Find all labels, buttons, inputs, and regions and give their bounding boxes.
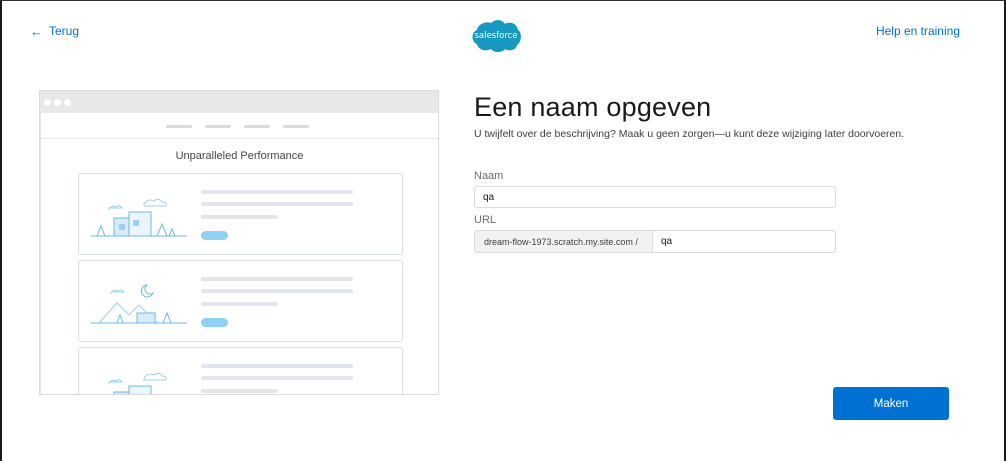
preview-text-line [201,190,353,194]
page-subtitle: U twijfelt over de beschrijving? Maak u … [474,128,905,140]
window-dot-icon [64,98,71,106]
preview-heading: Unparalleled Performance [175,150,304,162]
house-illustration-icon [108,372,167,394]
preview-tile [78,260,403,342]
window-dot-icon [54,98,61,106]
back-link[interactable]: ← Terug [30,24,79,38]
preview-window-bar [40,91,438,113]
preview-text-line [201,389,278,393]
preview-nav-item [205,125,231,128]
mountain-illustration-icon [91,284,187,324]
site-preview: Unparalleled Performance [39,90,439,395]
window-dot-icon [44,98,51,106]
preview-text-line [201,215,278,219]
logo-text: salesforce [474,31,518,41]
preview-button [201,318,228,327]
preview-nav-item [166,125,192,128]
url-prefix: dream-flow-1973.scratch.my.site.com / [474,230,652,253]
preview-nav-item [244,125,270,128]
preview-nav [166,125,309,128]
url-label: URL [474,214,497,226]
house-illustration-icon [91,198,187,237]
preview-tile [78,173,403,255]
preview-text-line [201,289,353,293]
preview-nav-item [283,125,309,128]
name-input[interactable]: qa [474,186,836,208]
preview-text-line [201,364,353,368]
preview-button [201,231,228,240]
name-label: Naam [474,170,504,182]
preview-tile [78,347,403,394]
arrow-left-icon: ← [30,23,43,39]
help-training-link[interactable]: Help en training [876,24,960,38]
salesforce-logo: salesforce [470,18,522,54]
preview-text-line [201,302,278,306]
make-button[interactable]: Maken [833,387,949,420]
preview-text-line [201,277,353,281]
preview-text-line [201,202,353,206]
url-input[interactable]: qa [652,230,836,253]
preview-page: Unparalleled Performance [40,113,438,394]
page-title: Een naam opgeven [474,92,712,122]
preview-divider [41,138,438,139]
preview-text-line [201,376,353,380]
back-label: Terug [49,24,80,38]
